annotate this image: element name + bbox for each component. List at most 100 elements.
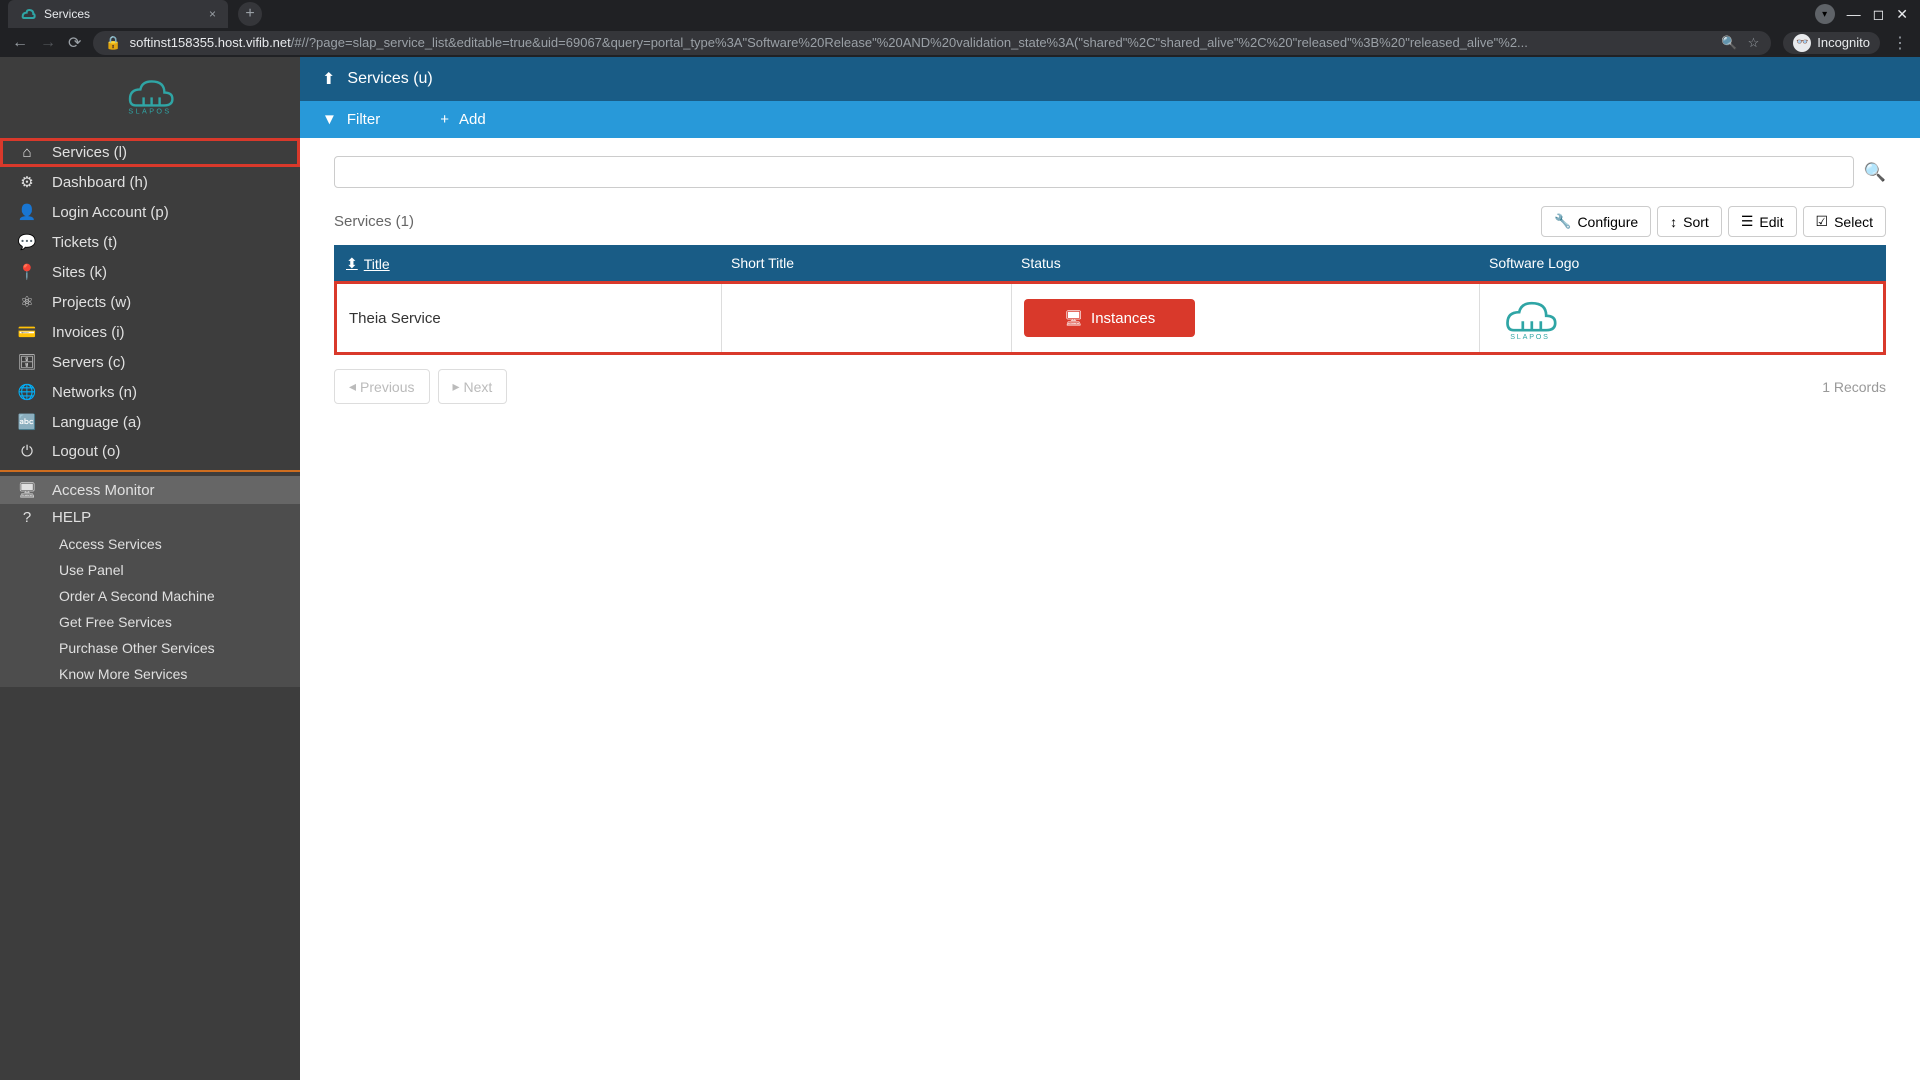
column-short-title[interactable]: Short Title [719,245,1009,282]
previous-button[interactable]: ◂Previous [334,369,430,404]
sidebar-item-sites[interactable]: 📍Sites (k) [0,257,300,287]
sort-asc-icon: ⬍ [346,255,358,272]
cell-short-title [722,284,1012,352]
share-icon: ⚛ [18,293,36,311]
minimize-icon[interactable]: — [1847,6,1861,22]
zoom-icon[interactable]: 🔍 [1721,35,1737,51]
url-bar: ← → ⟳ 🔒 softinst158355.host.vifib.net/#/… [0,28,1920,57]
sidebar-item-know-more[interactable]: Know More Services [0,661,300,687]
maximize-icon[interactable]: ◻ [1873,6,1885,23]
cell-status: 🖥 Instances [1012,284,1480,352]
sidebar-item-order-machine[interactable]: Order A Second Machine [0,583,300,609]
app-container: SLAPOS ⌂Services (l) ⚙Dashboard (h) 👤Log… [0,57,1920,1080]
records-count: 1 Records [1822,379,1886,395]
tab-title: Services [44,7,90,21]
table-header: ⬍Title Short Title Status Software Logo [334,245,1886,282]
database-icon: 🗄 [18,353,36,371]
toolbar: ▼ Filter + Add [300,101,1920,138]
sidebar-item-free-services[interactable]: Get Free Services [0,609,300,635]
globe-icon: 🌐 [18,383,36,401]
sidebar-item-services[interactable]: ⌂Services (l) [0,138,300,167]
search-button[interactable]: 🔍 [1864,162,1886,183]
sort-button[interactable]: ↕Sort [1657,206,1722,237]
bookmark-icon[interactable]: ☆ [1748,35,1760,51]
home-icon: ⌂ [18,144,36,161]
new-tab-button[interactable]: + [238,2,262,26]
menu-icon[interactable]: ⋮ [1892,33,1908,53]
sidebar-item-projects[interactable]: ⚛Projects (w) [0,287,300,317]
svg-text:SLAPOS: SLAPOS [1510,332,1550,341]
list-icon: ☰ [1741,213,1754,230]
edit-button[interactable]: ☰Edit [1728,206,1797,237]
address-bar[interactable]: 🔒 softinst158355.host.vifib.net/#//?page… [93,31,1771,55]
incognito-icon: 👓 [1793,34,1811,52]
browser-chrome: Services × + ▾ — ◻ ✕ ← → ⟳ 🔒 softinst158… [0,0,1920,57]
data-table: ⬍Title Short Title Status Software Logo … [334,245,1886,355]
pagination: ◂Previous ▸Next 1 Records [334,369,1886,404]
window-controls: ▾ — ◻ ✕ [1815,4,1920,24]
back-button[interactable]: ← [12,34,28,52]
browser-tab[interactable]: Services × [8,0,228,28]
configure-button[interactable]: 🔧Configure [1541,206,1651,237]
list-header-row: Services (1) 🔧Configure ↕Sort ☰Edit ☑Sel… [334,206,1886,237]
tab-bar: Services × + ▾ — ◻ ✕ [0,0,1920,28]
chevron-left-icon: ◂ [349,378,356,395]
search-row: 🔍 [334,156,1886,188]
card-icon: 💳 [18,323,36,341]
sidebar-item-use-panel[interactable]: Use Panel [0,557,300,583]
incognito-badge[interactable]: 👓 Incognito [1783,32,1880,54]
filter-button[interactable]: ▼ Filter [322,111,380,128]
wrench-icon: 🔧 [1554,213,1571,230]
column-title[interactable]: ⬍Title [334,245,719,282]
marker-icon: 📍 [18,263,36,281]
column-status[interactable]: Status [1009,245,1477,282]
sidebar-item-access-monitor[interactable]: 🖥Access Monitor [0,476,300,504]
main-area: 🔍 Services (1) 🔧Configure ↕Sort ☰Edit ☑S… [300,138,1920,422]
plus-icon: + [440,111,449,128]
action-buttons: 🔧Configure ↕Sort ☰Edit ☑Select [1541,206,1886,237]
app-logo[interactable]: SLAPOS [0,57,300,138]
chevron-right-icon: ▸ [453,378,460,395]
sidebar-item-language[interactable]: 🔤Language (a) [0,407,300,437]
sort-icon: ↕ [1670,214,1677,230]
sidebar-item-purchase-services[interactable]: Purchase Other Services [0,635,300,661]
sidebar-item-invoices[interactable]: 💳Invoices (i) [0,317,300,347]
sidebar-item-help[interactable]: ?HELP [0,504,300,531]
account-dropdown-icon[interactable]: ▾ [1815,4,1835,24]
search-input[interactable] [334,156,1854,188]
cell-title: Theia Service [337,284,722,352]
table-row[interactable]: Theia Service 🖥 Instances SLAPOS [334,281,1886,355]
sidebar-item-login[interactable]: 👤Login Account (p) [0,197,300,227]
sidebar-item-servers[interactable]: 🗄Servers (c) [0,347,300,377]
lock-icon: 🔒 [105,35,121,51]
sidebar-item-tickets[interactable]: 💬Tickets (t) [0,227,300,257]
sidebar-item-logout[interactable]: ⏻Logout (o) [0,437,300,466]
dashboard-icon: ⚙ [18,173,36,191]
upload-icon[interactable]: ⬆ [322,69,335,89]
status-badge[interactable]: 🖥 Instances [1024,299,1195,337]
content-area: ⬆ Services (u) ▼ Filter + Add 🔍 Services… [300,57,1920,1080]
svg-text:SLAPOS: SLAPOS [128,106,171,115]
sidebar-item-dashboard[interactable]: ⚙Dashboard (h) [0,167,300,197]
next-button[interactable]: ▸Next [438,369,508,404]
monitor-icon: 🖥 [18,481,36,499]
close-tab-icon[interactable]: × [209,7,216,21]
cell-logo: SLAPOS [1480,284,1883,352]
add-button[interactable]: + Add [440,111,485,128]
filter-icon: ▼ [322,111,337,128]
close-window-icon[interactable]: ✕ [1896,6,1908,23]
page-title: Services (u) [347,70,432,88]
nav-list: ⌂Services (l) ⚙Dashboard (h) 👤Login Acco… [0,138,300,466]
sidebar-item-access-services[interactable]: Access Services [0,531,300,557]
select-button[interactable]: ☑Select [1803,206,1886,237]
url-text: softinst158355.host.vifib.net/#//?page=s… [130,35,1528,50]
check-icon: ☑ [1816,213,1829,230]
reload-button[interactable]: ⟳ [68,33,81,53]
forward-button[interactable]: → [40,34,56,52]
nav-help-section: 🖥Access Monitor ?HELP Access Services Us… [0,476,300,687]
column-software-logo[interactable]: Software Logo [1477,245,1886,282]
page-header: ⬆ Services (u) [300,57,1920,101]
sidebar-item-networks[interactable]: 🌐Networks (n) [0,377,300,407]
power-icon: ⏻ [18,443,36,460]
language-icon: 🔤 [18,413,36,431]
